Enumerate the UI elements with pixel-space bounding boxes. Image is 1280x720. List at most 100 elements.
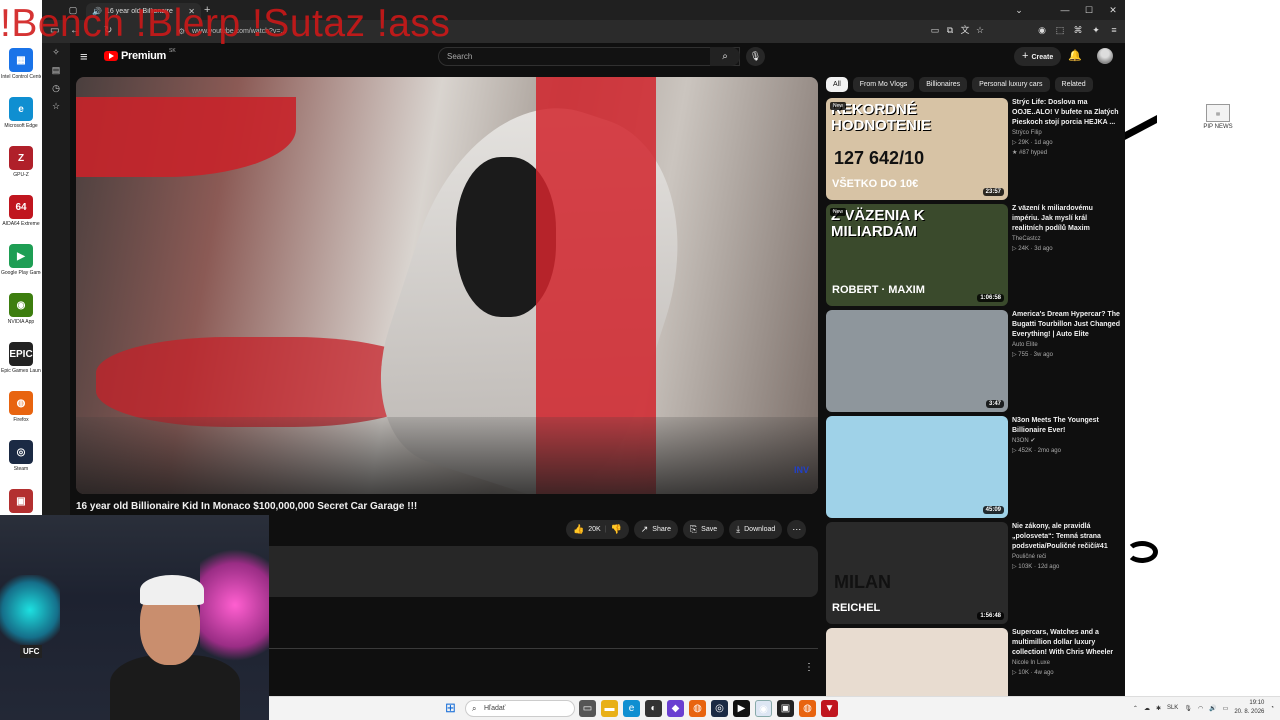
translate-icon[interactable]: 文 bbox=[960, 25, 970, 35]
save-button[interactable]: ⎘ Save bbox=[682, 520, 725, 539]
video-player[interactable]: INV bbox=[76, 77, 818, 494]
recommendation-item[interactable]: MILAN REICHEL 1:56:48 Nie zákony, ale pravi… bbox=[826, 522, 1121, 628]
install-app-icon[interactable]: ⧉ bbox=[945, 25, 955, 35]
recommendation-thumbnail[interactable]: 45:09 bbox=[826, 416, 1008, 518]
app-taskbar-icon[interactable]: ◐ bbox=[645, 700, 662, 717]
bookmark-star-icon[interactable]: ☆ bbox=[975, 25, 985, 35]
guide-menu-icon[interactable]: ≡ bbox=[80, 50, 88, 63]
thumbnail-text: VŠETKO DO 10€ bbox=[832, 178, 919, 190]
chip-from-mo-vlogs[interactable]: From Mo Vlogs bbox=[852, 77, 915, 92]
browser-taskbar-icon[interactable]: ◉ bbox=[755, 700, 772, 717]
notifications-icon[interactable]: ◔ bbox=[1270, 705, 1274, 711]
firefox-taskbar-icon[interactable]: ◍ bbox=[799, 700, 816, 717]
desktop-shortcut[interactable]: ◎ Steam bbox=[0, 437, 42, 486]
copilot-icon[interactable]: ✦ bbox=[1091, 25, 1101, 35]
file-explorer-icon[interactable]: ▬ bbox=[601, 700, 618, 717]
youtube-play-logo-icon bbox=[104, 51, 118, 61]
recommendation-item[interactable]: Supercars, Watches and a multimillion do… bbox=[826, 628, 1121, 696]
recommendation-thumbnail[interactable]: REKORDNÉ HODNOTENIE 127 642/10 VŠETKO DO 1… bbox=[826, 98, 1008, 200]
side-panel-favorites-icon[interactable]: ☆ bbox=[42, 97, 70, 115]
profile-icon[interactable]: ◉ bbox=[1037, 25, 1047, 35]
task-view-icon[interactable]: ▭ bbox=[579, 700, 596, 717]
app-taskbar-icon[interactable]: ▣ bbox=[777, 700, 794, 717]
app-taskbar-icon[interactable]: ◆ bbox=[667, 700, 684, 717]
side-panel-tabs-icon[interactable]: ▤ bbox=[42, 61, 70, 79]
menu-icon[interactable]: ≡ bbox=[1109, 25, 1119, 35]
windows-start-icon[interactable]: ⊞ bbox=[445, 701, 459, 715]
desktop-shortcut[interactable]: EPIC Epic Games Launcher bbox=[0, 339, 42, 388]
file-thumbnail-icon: ▤ bbox=[1206, 104, 1230, 122]
puzzle-icon[interactable]: ⌘ bbox=[1073, 25, 1083, 35]
recommendation-item[interactable]: 3:47 America's Dream Hypercar? The Bugatt… bbox=[826, 310, 1121, 416]
desktop-shortcut-label: Epic Games Launcher bbox=[1, 368, 41, 374]
intel-icon: ▦ bbox=[9, 48, 33, 72]
brave-taskbar-icon[interactable]: ▼ bbox=[821, 700, 838, 717]
desktop-shortcut[interactable]: ▶ Google Play Games bbox=[0, 241, 42, 290]
more-actions-button[interactable]: ⋯ bbox=[787, 520, 807, 539]
terminal-taskbar-icon[interactable]: ▶ bbox=[733, 700, 750, 717]
wifi-icon[interactable]: ◠ bbox=[1198, 705, 1203, 712]
cast-icon[interactable]: ▭ bbox=[930, 25, 940, 35]
youtube-logo[interactable]: Premium SK bbox=[104, 48, 176, 62]
search-input[interactable] bbox=[439, 48, 739, 65]
extensions-icon[interactable]: ⬚ bbox=[1055, 25, 1065, 35]
desktop-wallpaper-stroke bbox=[1123, 96, 1157, 142]
desktop-icon-column: ▦ Intel Control Center e Microsoft Edge Z GPU… bbox=[0, 45, 42, 535]
view-meta: ▷ 452K · 2mo ago bbox=[1012, 448, 1061, 454]
firefox-taskbar-icon[interactable]: ◍ bbox=[689, 700, 706, 717]
recommendation-thumbnail[interactable]: 3:47 bbox=[826, 310, 1008, 412]
download-button[interactable]: ⤓ Download bbox=[729, 520, 783, 539]
clock[interactable]: 19:10 20. 8. 2026 bbox=[1234, 699, 1264, 717]
recommendation-thumbnail[interactable]: Z VÄZENIA K MILIARDÁM ROBERT · MAXIM New 1:… bbox=[826, 204, 1008, 306]
comment-more-vert-icon[interactable]: ⋮ bbox=[804, 662, 814, 673]
chip-billionaires[interactable]: Billionaires bbox=[919, 77, 968, 92]
recommendation-thumbnail[interactable]: MILAN REICHEL 1:56:48 bbox=[826, 522, 1008, 624]
duration-badge: 1:06:58 bbox=[977, 294, 1004, 302]
save-label: Save bbox=[701, 526, 718, 533]
minimize-icon[interactable]: — bbox=[1053, 0, 1077, 20]
share-button[interactable]: ↗ Share bbox=[633, 520, 678, 539]
desktop-shortcut[interactable]: 64 AIDA64 Extreme bbox=[0, 192, 42, 241]
bluetooth-icon[interactable]: ✱ bbox=[1156, 705, 1161, 712]
recommendation-item[interactable]: 45:09 N3on Meets The Youngest Billionaire… bbox=[826, 416, 1121, 522]
microphone-icon[interactable]: 🎙 bbox=[1184, 705, 1192, 712]
recommendation-item[interactable]: REKORDNÉ HODNOTENIE 127 642/10 VŠETKO DO 1… bbox=[826, 98, 1121, 204]
thumbs-down-icon[interactable]: 👎 bbox=[611, 520, 622, 539]
recommendation-item[interactable]: Z VÄZENIA K MILIARDÁM ROBERT · MAXIM New 1:… bbox=[826, 204, 1121, 310]
search-button[interactable]: ⌕ bbox=[710, 47, 740, 66]
share-label: Share bbox=[652, 526, 671, 533]
tray-chevron-icon[interactable]: ⌃ bbox=[1133, 705, 1138, 712]
chip-all[interactable]: All bbox=[826, 77, 848, 92]
side-panel-history-icon[interactable]: ◷ bbox=[42, 79, 70, 97]
desktop-file-pip-news[interactable]: ▤ PIP NEWS bbox=[1200, 104, 1236, 130]
network-icon[interactable]: ☁ bbox=[1144, 705, 1150, 712]
battery-icon[interactable]: ▭ bbox=[1223, 705, 1229, 712]
desktop-shortcut[interactable]: ◉ NVIDIA App bbox=[0, 290, 42, 339]
firefox-icon: ◍ bbox=[9, 391, 33, 415]
volume-icon[interactable]: 🔊 bbox=[1209, 705, 1216, 712]
steam-taskbar-icon[interactable]: ◎ bbox=[711, 700, 728, 717]
desktop-shortcut[interactable]: ◍ Firefox bbox=[0, 388, 42, 437]
desktop-shortcut[interactable]: Z GPU-Z bbox=[0, 143, 42, 192]
chip-personal-luxury-cars[interactable]: Personal luxury cars bbox=[972, 77, 1050, 92]
create-button[interactable]: + Create bbox=[1014, 47, 1062, 66]
channel-name: TheCastcz bbox=[1012, 236, 1041, 242]
taskbar-search[interactable]: ⌕ Hľadať bbox=[465, 700, 575, 717]
tab-search-icon[interactable]: ⌄ bbox=[1007, 0, 1031, 20]
chip-related[interactable]: Related bbox=[1054, 77, 1093, 92]
maximize-icon[interactable]: ☐ bbox=[1077, 0, 1101, 20]
download-icon: ⤓ bbox=[736, 524, 741, 534]
close-window-icon[interactable]: ✕ bbox=[1101, 0, 1125, 20]
desktop-shortcut[interactable]: ▦ Intel Control Center bbox=[0, 45, 42, 94]
notifications-bell-icon[interactable]: 🔔 bbox=[1068, 49, 1082, 62]
view-meta: ▷ 103K · 12d ago bbox=[1012, 564, 1060, 570]
voice-search-icon[interactable]: 🎙 bbox=[746, 47, 765, 66]
channel-watermark[interactable]: INV bbox=[794, 465, 809, 475]
like-button[interactable]: 👍 20K | 👎 bbox=[566, 520, 629, 539]
desktop-shortcut[interactable]: e Microsoft Edge bbox=[0, 94, 42, 143]
edge-taskbar-icon[interactable]: e bbox=[623, 700, 640, 717]
recommendation-thumbnail[interactable] bbox=[826, 628, 1008, 696]
desktop-shortcut-label: AIDA64 Extreme bbox=[2, 221, 40, 227]
language-indicator[interactable]: SLK bbox=[1167, 705, 1178, 711]
account-avatar[interactable] bbox=[1097, 48, 1113, 64]
